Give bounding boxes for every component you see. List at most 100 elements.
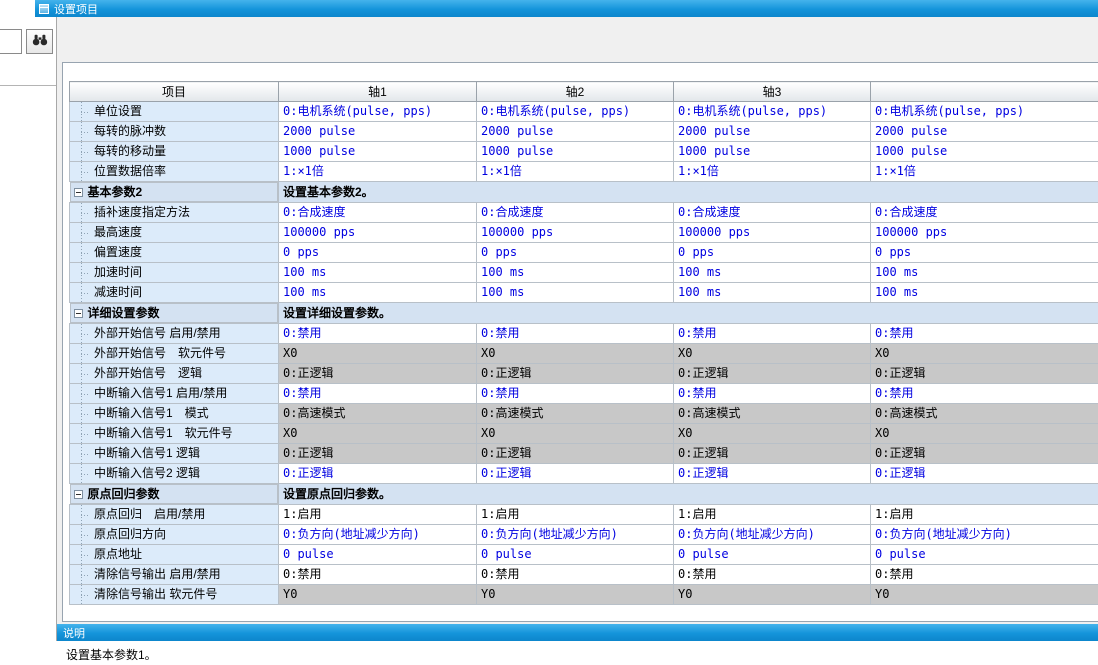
value-cell-axis1[interactable]: 0:禁用 <box>279 384 477 404</box>
item-label-cell[interactable]: 每转的移动量 <box>70 142 279 162</box>
value-cell-axis1[interactable]: 0:合成速度 <box>279 203 477 223</box>
item-label-cell[interactable]: 中断输入信号1 启用/禁用 <box>70 384 279 404</box>
value-cell-axis4[interactable]: 0:合成速度 <box>871 203 1098 223</box>
value-cell-axis3[interactable]: 0:禁用 <box>674 384 871 404</box>
value-cell-axis1[interactable]: 100000 pps <box>279 223 477 243</box>
value-cell-axis3[interactable]: 0:电机系统(pulse, pps) <box>674 102 871 122</box>
value-cell-axis4[interactable]: 100 ms <box>871 263 1098 283</box>
value-cell-axis4[interactable]: 0:负方向(地址减少方向) <box>871 525 1098 545</box>
section-label-cell[interactable]: 原点回归参数 <box>70 484 279 504</box>
value-cell-axis3[interactable]: 100 ms <box>674 263 871 283</box>
item-label-cell[interactable]: 原点回归方向 <box>70 525 279 545</box>
item-label-cell[interactable]: 最高速度 <box>70 223 279 243</box>
value-cell-axis1[interactable]: 0:禁用 <box>279 565 477 585</box>
value-cell-axis4[interactable]: 0 pps <box>871 243 1098 263</box>
item-label-cell[interactable]: 插补速度指定方法 <box>70 203 279 223</box>
value-cell-axis4[interactable]: Y0 <box>871 585 1098 605</box>
value-cell-axis4[interactable]: 1:×1倍 <box>871 162 1098 182</box>
value-cell-axis2[interactable]: 0:正逻辑 <box>477 464 674 484</box>
item-label-cell[interactable]: 清除信号输出 软元件号 <box>70 585 279 605</box>
item-label-cell[interactable]: 外部开始信号 启用/禁用 <box>70 324 279 344</box>
value-cell-axis1[interactable]: X0 <box>279 344 477 364</box>
value-cell-axis3[interactable]: 100 ms <box>674 283 871 303</box>
value-cell-axis2[interactable]: 100000 pps <box>477 223 674 243</box>
value-cell-axis3[interactable]: 0:负方向(地址减少方向) <box>674 525 871 545</box>
value-cell-axis4[interactable]: 0:高速模式 <box>871 404 1098 424</box>
value-cell-axis4[interactable]: 0:禁用 <box>871 324 1098 344</box>
item-label-cell[interactable]: 偏置速度 <box>70 243 279 263</box>
item-label-cell[interactable]: 减速时间 <box>70 283 279 303</box>
value-cell-axis4[interactable]: 0:禁用 <box>871 565 1098 585</box>
collapse-minus-icon[interactable] <box>74 188 83 197</box>
value-cell-axis1[interactable]: 0 pulse <box>279 545 477 565</box>
value-cell-axis4[interactable]: X0 <box>871 424 1098 444</box>
value-cell-axis3[interactable]: 2000 pulse <box>674 122 871 142</box>
item-label-cell[interactable]: 单位设置 <box>70 102 279 122</box>
value-cell-axis1[interactable]: 0:正逻辑 <box>279 364 477 384</box>
value-cell-axis2[interactable]: 1:启用 <box>477 505 674 525</box>
value-cell-axis1[interactable]: 100 ms <box>279 283 477 303</box>
value-cell-axis2[interactable]: 0:禁用 <box>477 324 674 344</box>
value-cell-axis1[interactable]: X0 <box>279 424 477 444</box>
value-cell-axis2[interactable]: 100 ms <box>477 263 674 283</box>
item-label-cell[interactable]: 中断输入信号2 逻辑 <box>70 464 279 484</box>
value-cell-axis2[interactable]: 100 ms <box>477 283 674 303</box>
value-cell-axis1[interactable]: 0:禁用 <box>279 324 477 344</box>
item-label-cell[interactable]: 原点回归 启用/禁用 <box>70 505 279 525</box>
value-cell-axis2[interactable]: X0 <box>477 344 674 364</box>
value-cell-axis2[interactable]: 0:正逻辑 <box>477 364 674 384</box>
value-cell-axis2[interactable]: 2000 pulse <box>477 122 674 142</box>
item-label-cell[interactable]: 中断输入信号1 模式 <box>70 404 279 424</box>
find-button[interactable] <box>26 29 53 54</box>
search-input[interactable] <box>0 29 22 54</box>
value-cell-axis3[interactable]: X0 <box>674 344 871 364</box>
value-cell-axis4[interactable]: 100000 pps <box>871 223 1098 243</box>
value-cell-axis1[interactable]: 1:×1倍 <box>279 162 477 182</box>
item-label-cell[interactable]: 加速时间 <box>70 263 279 283</box>
value-cell-axis4[interactable]: 2000 pulse <box>871 122 1098 142</box>
value-cell-axis1[interactable]: 100 ms <box>279 263 477 283</box>
value-cell-axis1[interactable]: 0 pps <box>279 243 477 263</box>
value-cell-axis1[interactable]: 1:启用 <box>279 505 477 525</box>
section-label-cell[interactable]: 基本参数2 <box>70 182 279 202</box>
value-cell-axis1[interactable]: 0:高速模式 <box>279 404 477 424</box>
collapse-minus-icon[interactable] <box>74 490 83 499</box>
value-cell-axis1[interactable]: 1000 pulse <box>279 142 477 162</box>
value-cell-axis1[interactable]: Y0 <box>279 585 477 605</box>
value-cell-axis1[interactable]: 0:负方向(地址减少方向) <box>279 525 477 545</box>
item-label-cell[interactable]: 原点地址 <box>70 545 279 565</box>
value-cell-axis4[interactable]: 1000 pulse <box>871 142 1098 162</box>
value-cell-axis2[interactable]: 0:禁用 <box>477 384 674 404</box>
value-cell-axis4[interactable]: 0 pulse <box>871 545 1098 565</box>
value-cell-axis3[interactable]: 0:正逻辑 <box>674 444 871 464</box>
value-cell-axis2[interactable]: 1:×1倍 <box>477 162 674 182</box>
item-label-cell[interactable]: 外部开始信号 逻辑 <box>70 364 279 384</box>
value-cell-axis3[interactable]: 100000 pps <box>674 223 871 243</box>
value-cell-axis2[interactable]: 0:电机系统(pulse, pps) <box>477 102 674 122</box>
collapse-minus-icon[interactable] <box>74 309 83 318</box>
value-cell-axis1[interactable]: 0:正逻辑 <box>279 444 477 464</box>
value-cell-axis2[interactable]: 0:禁用 <box>477 565 674 585</box>
item-label-cell[interactable]: 中断输入信号1 软元件号 <box>70 424 279 444</box>
value-cell-axis2[interactable]: 0:高速模式 <box>477 404 674 424</box>
value-cell-axis3[interactable]: X0 <box>674 424 871 444</box>
value-cell-axis4[interactable]: 0:电机系统(pulse, pps) <box>871 102 1098 122</box>
value-cell-axis1[interactable]: 0:电机系统(pulse, pps) <box>279 102 477 122</box>
value-cell-axis4[interactable]: X0 <box>871 344 1098 364</box>
value-cell-axis3[interactable]: 1000 pulse <box>674 142 871 162</box>
value-cell-axis2[interactable]: 0 pulse <box>477 545 674 565</box>
value-cell-axis3[interactable]: 0:合成速度 <box>674 203 871 223</box>
value-cell-axis3[interactable]: 0:正逻辑 <box>674 364 871 384</box>
value-cell-axis3[interactable]: 0:正逻辑 <box>674 464 871 484</box>
value-cell-axis4[interactable]: 1:启用 <box>871 505 1098 525</box>
value-cell-axis4[interactable]: 0:正逻辑 <box>871 444 1098 464</box>
value-cell-axis3[interactable]: 1:启用 <box>674 505 871 525</box>
value-cell-axis2[interactable]: X0 <box>477 424 674 444</box>
value-cell-axis1[interactable]: 2000 pulse <box>279 122 477 142</box>
value-cell-axis3[interactable]: 0 pulse <box>674 545 871 565</box>
section-label-cell[interactable]: 详细设置参数 <box>70 303 279 323</box>
item-label-cell[interactable]: 中断输入信号1 逻辑 <box>70 444 279 464</box>
value-cell-axis2[interactable]: 0:合成速度 <box>477 203 674 223</box>
item-label-cell[interactable]: 清除信号输出 启用/禁用 <box>70 565 279 585</box>
value-cell-axis4[interactable]: 100 ms <box>871 283 1098 303</box>
